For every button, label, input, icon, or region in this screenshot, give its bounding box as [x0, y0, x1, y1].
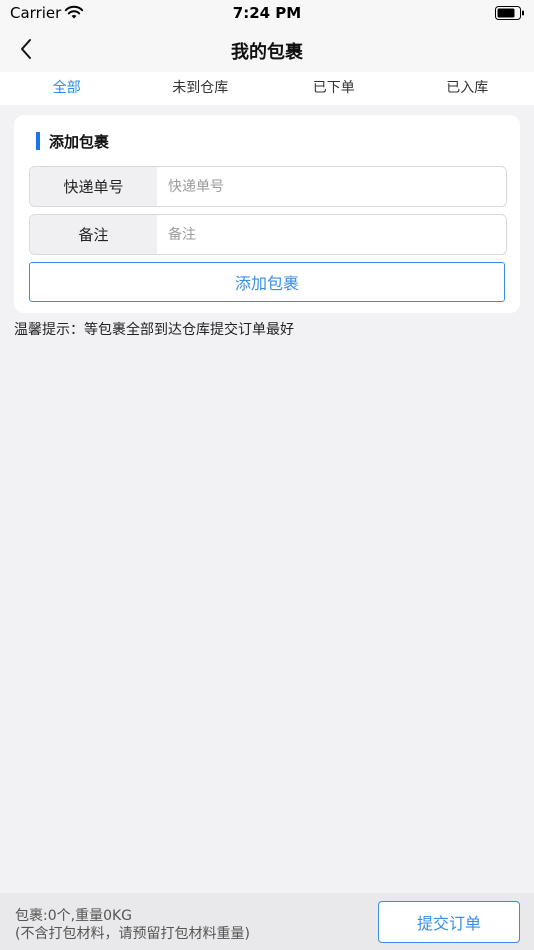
tracking-number-input[interactable]	[157, 167, 506, 206]
section-header: 添加包裹	[36, 131, 109, 151]
weight-note: (不含打包材料，请预留打包材料重量)	[15, 926, 250, 942]
tab-all[interactable]: 全部	[0, 72, 134, 105]
status-time: 7:24 PM	[232, 4, 302, 22]
remark-input[interactable]	[157, 215, 506, 254]
tab-not-arrived[interactable]: 未到仓库	[134, 72, 268, 105]
battery-icon	[495, 6, 524, 20]
tracking-number-row: 快递单号	[29, 166, 507, 207]
bottom-bar: 包裹:0个,重量0KG (不含打包材料，请预留打包材料重量) 提交订单	[0, 893, 534, 950]
screen: Carrier 7:24 PM 我的包裹 全部 未到仓库 已下单 已入库 添加包…	[0, 0, 534, 950]
tab-ordered[interactable]: 已下单	[267, 72, 401, 105]
section-title: 添加包裹	[49, 132, 110, 151]
tab-bar: 全部 未到仓库 已下单 已入库	[0, 72, 534, 105]
package-summary: 包裹:0个,重量0KG	[15, 908, 133, 924]
status-bar: Carrier 7:24 PM	[0, 0, 534, 27]
tracking-number-label: 快递单号	[30, 167, 157, 206]
remark-row: 备注	[29, 214, 507, 255]
add-package-card: 添加包裹 快递单号 备注 添加包裹	[14, 115, 520, 313]
remark-label: 备注	[30, 215, 157, 254]
tip-text: 温馨提示：等包裹全部到达仓库提交订单最好	[14, 322, 294, 338]
add-package-button[interactable]: 添加包裹	[29, 262, 505, 302]
tab-stored[interactable]: 已入库	[401, 72, 534, 105]
submit-order-button[interactable]: 提交订单	[378, 901, 520, 943]
nav-bar: 我的包裹	[0, 27, 534, 72]
section-accent-bar	[36, 132, 40, 150]
page-title: 我的包裹	[231, 42, 303, 63]
